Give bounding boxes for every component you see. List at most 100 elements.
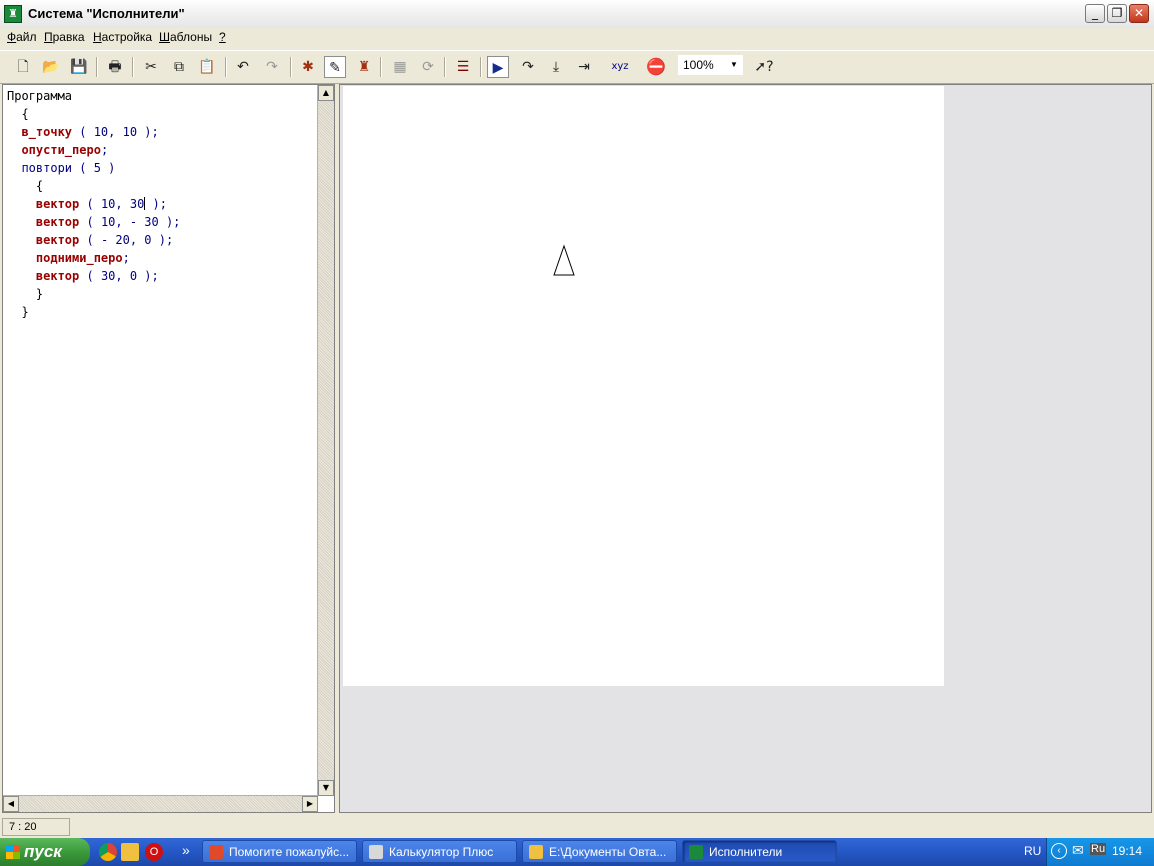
show-hidden-icons-icon[interactable]: ‹ [1051,843,1067,859]
scroll-up-button[interactable]: ▲ [318,85,334,101]
scroll-down-button[interactable]: ▼ [318,780,334,796]
toolbar-separator [380,57,382,77]
code-token: ( 10, 30 [79,197,145,211]
toolbar-separator [225,57,227,77]
code-token: ( 10, 10 ); [72,125,159,139]
code-token: ( 30, 0 ); [79,269,159,283]
step-over-icon[interactable]: ↷ [517,56,539,78]
code-text[interactable]: Программа { в_точку ( 10, 10 ); опусти_п… [7,87,180,321]
code-line[interactable]: Программа [7,87,180,105]
task-explorer[interactable]: E:\Документы Овта... [522,840,677,863]
undo-icon[interactable]: ↶ [232,56,254,78]
start-label: пуск [24,842,62,861]
code-token: Программа [7,89,73,103]
code-keyword: вектор [35,215,80,229]
menu-file[interactable]: Файл [7,30,37,44]
refresh-icon[interactable]: ⟳ [417,56,439,78]
task-executors[interactable]: Исполнители [682,840,837,863]
code-line[interactable]: повтори ( 5 ) [7,159,180,177]
code-line[interactable]: в_точку ( 10, 10 ); [7,123,180,141]
drawing-svg [553,244,575,276]
scroll-right-button[interactable]: ▶ [302,796,318,812]
code-keyword: вектор [35,269,80,283]
code-line[interactable]: вектор ( 30, 0 ); [7,267,180,285]
turtle-executor-icon[interactable]: ✱ [297,56,319,78]
grid-icon[interactable]: ▦ [389,56,411,78]
code-token: } [21,305,29,319]
run-icon[interactable]: ▶ [487,56,509,78]
drawing-canvas[interactable] [343,86,944,686]
code-line[interactable]: { [7,177,180,195]
opera-icon[interactable]: O [145,843,163,861]
scroll-left-button[interactable]: ◀ [3,796,19,812]
save-icon[interactable]: 💾 [68,56,90,78]
stop-icon[interactable]: ⛔ [645,56,667,78]
code-line[interactable]: } [7,303,180,321]
code-line[interactable]: вектор ( 10, 30 ); [7,195,180,213]
title-bar: ♜ Система "Исполнители" _ ❐ ✕ [0,0,1154,29]
app-icon [689,845,703,859]
task-calculator[interactable]: Калькулятор Плюс [362,840,517,863]
toolbar-separator [480,57,482,77]
code-line[interactable]: опусти_перо; [7,141,180,159]
horizontal-scrollbar[interactable]: ◀ ▶ [3,795,318,812]
keyboard-layout-icon[interactable]: Ru [1090,843,1107,855]
minimize-button[interactable]: _ [1085,4,1105,23]
open-folder-icon[interactable]: 📂 [40,56,62,78]
toolbar: 🗋 📂 💾 🖶 ✂ ⧉ 📋 ↶ ↷ ✱ ✎ ♜ ▦ ⟳ ☰ ▶ ↷ ⤓ ⇥ xy… [0,50,1154,84]
mail-icon[interactable]: ✉ [1072,842,1084,859]
code-token: { [21,107,29,121]
code-token: ( - 20, 0 ); [79,233,174,247]
code-editor[interactable]: Программа { в_точку ( 10, 10 ); опусти_п… [2,84,335,813]
start-button[interactable]: пуск [0,838,90,866]
cut-icon[interactable]: ✂ [140,56,162,78]
vertical-scrollbar[interactable]: ▲ ▼ [317,85,334,796]
run-to-cursor-icon[interactable]: ⇥ [573,56,595,78]
menu-help[interactable]: ? [219,30,226,44]
draftsman-executor-icon[interactable]: ✎ [324,56,346,78]
menu-templates[interactable]: Шаблоны [159,30,212,44]
toolbar-separator [96,57,98,77]
code-keyword: в_точку [21,125,73,139]
toolbar-separator [132,57,134,77]
restore-button[interactable]: ❐ [1107,4,1127,23]
robot-executor-icon[interactable]: ♜ [353,56,375,78]
coordinates-icon[interactable]: xyz [609,56,631,78]
redo-icon[interactable]: ↷ [261,56,283,78]
code-line[interactable]: подними_перо; [7,249,180,267]
canvas-area [339,84,1152,813]
menu-settings[interactable]: Настройка [93,30,152,44]
cursor-position: 7 : 20 [2,818,70,836]
format-code-icon[interactable]: ☰ [452,56,474,78]
quick-launch-overflow-icon[interactable]: » [182,842,190,858]
chevron-down-icon[interactable]: ▼ [726,56,742,74]
copy-icon[interactable]: ⧉ [168,56,190,78]
step-into-icon[interactable]: ⤓ [545,56,567,78]
new-file-icon[interactable]: 🗋 [12,56,34,78]
app-icon[interactable]: ♜ [4,5,22,23]
chrome-icon[interactable] [99,843,117,861]
code-line[interactable]: вектор ( 10, - 30 ); [7,213,181,231]
menu-edit[interactable]: Правка [44,30,85,44]
folder-icon[interactable] [121,843,139,861]
zoom-select[interactable]: 100% ▼ [678,55,743,75]
code-line[interactable]: } [7,285,180,303]
help-icon[interactable]: ➚? [753,56,775,78]
language-indicator[interactable]: RU [1024,844,1041,858]
calculator-icon [369,845,383,859]
code-line[interactable]: { [7,105,180,123]
code-line[interactable]: вектор ( - 20, 0 ); [7,231,180,249]
windows-logo-icon [6,845,20,859]
paste-icon[interactable]: 📋 [196,56,218,78]
close-button[interactable]: ✕ [1129,4,1149,23]
task-chrome[interactable]: Помогите пожалуйс... [202,840,357,863]
window-title: Система "Исполнители" [28,6,185,21]
print-icon[interactable]: 🖶 [104,56,126,78]
zoom-value: 100% [683,58,714,72]
